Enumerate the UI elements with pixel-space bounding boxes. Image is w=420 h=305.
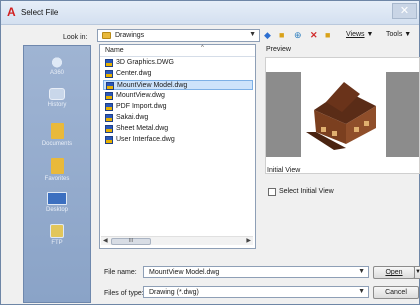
tools-label: Tools <box>386 31 403 38</box>
select-file-dialog: A Select File ✕ Look in: Drawings ▼ ◆ ■ … <box>0 0 420 305</box>
dwg-file-icon <box>106 82 114 90</box>
views-menu[interactable]: Views ▼ <box>346 31 373 38</box>
place-favorites[interactable]: Favorites <box>24 158 90 182</box>
place-label: Desktop <box>45 207 68 213</box>
file-name: MountView Model.dwg <box>117 82 188 89</box>
place-ftp[interactable]: FTP <box>24 224 90 246</box>
list-item[interactable]: Center.dwg <box>103 69 253 79</box>
close-button[interactable]: ✕ <box>392 3 417 19</box>
new-folder-icon[interactable]: ■ <box>325 29 330 41</box>
documents-icon <box>50 123 64 139</box>
sort-ascending-icon: ^ <box>201 45 204 51</box>
open-button-label: Open <box>385 269 403 276</box>
open-button[interactable]: Open <box>373 266 415 279</box>
name-column-label: Name <box>105 47 124 54</box>
preview-image <box>266 72 419 157</box>
dwg-file-icon <box>105 114 113 122</box>
file-name-field[interactable]: MountView Model.dwg ▼ <box>143 266 369 278</box>
favorites-icon <box>50 158 64 174</box>
list-item[interactable]: PDF Import.dwg <box>103 102 253 112</box>
dwg-file-icon <box>105 70 113 78</box>
place-desktop[interactable]: Desktop <box>24 192 90 213</box>
place-label: History <box>47 102 67 108</box>
file-type-value: Drawing (*.dwg) <box>149 289 199 296</box>
list-item[interactable]: Sheet Metal.dwg <box>103 124 253 134</box>
title-bar: A Select File ✕ <box>1 1 419 25</box>
file-name: Center.dwg <box>116 70 152 77</box>
search-web-icon[interactable]: ⊕ <box>294 29 302 41</box>
open-options-dropdown[interactable]: ▼ <box>414 266 420 279</box>
chevron-down-icon[interactable]: ▼ <box>358 268 365 275</box>
scroll-right-icon[interactable]: ▶ <box>246 237 251 244</box>
window-title: Select File <box>21 8 59 17</box>
folder-icon <box>102 32 111 39</box>
file-name: PDF Import.dwg <box>116 103 167 110</box>
file-type-label: Files of type: <box>104 290 144 297</box>
scroll-thumb[interactable]: III <box>111 238 151 245</box>
file-name-value: MountView Model.dwg <box>149 269 220 276</box>
file-list[interactable]: Name ^ 3D Graphics.DWG Center.dwg MountV… <box>99 44 256 249</box>
place-label: FTP <box>51 240 63 246</box>
list-item[interactable]: Sakai.dwg <box>103 113 253 123</box>
select-initial-view-checkbox[interactable] <box>268 188 276 196</box>
house-model-preview <box>266 72 419 157</box>
file-name: Sakai.dwg <box>116 114 149 121</box>
name-column-header[interactable]: Name ^ <box>100 45 255 57</box>
chevron-down-icon[interactable]: ▼ <box>358 288 365 295</box>
a360-icon <box>48 54 66 68</box>
places-sidebar: A360 History Documents Favorites Desktop… <box>23 45 91 303</box>
history-icon <box>49 88 65 100</box>
ftp-icon <box>50 224 64 238</box>
preview-label: Preview <box>266 46 291 53</box>
file-type-select[interactable]: Drawing (*.dwg) ▼ <box>143 286 369 298</box>
dwg-file-icon <box>105 103 113 111</box>
list-item[interactable]: 3D Graphics.DWG <box>103 58 253 68</box>
file-name: Sheet Metal.dwg <box>116 125 169 132</box>
list-item[interactable]: MountView.dwg <box>103 91 253 101</box>
look-in-label: Look in: <box>63 34 88 41</box>
up-folder-icon[interactable]: ■ <box>279 29 284 41</box>
scroll-left-icon[interactable]: ◀ <box>103 237 108 244</box>
back-icon[interactable]: ◆ <box>264 29 271 41</box>
initial-view-label: Initial View <box>267 167 301 174</box>
dwg-file-icon <box>105 59 113 67</box>
place-documents[interactable]: Documents <box>24 123 90 147</box>
look-in-dropdown[interactable]: Drawings ▼ <box>97 29 260 42</box>
tools-menu[interactable]: Tools ▼ <box>386 31 411 38</box>
delete-icon[interactable]: ✕ <box>310 29 318 41</box>
chevron-down-icon: ▼ <box>249 31 256 38</box>
place-label: A360 <box>49 70 64 76</box>
horizontal-scrollbar[interactable]: ◀ III ▶ <box>101 236 253 245</box>
dwg-file-icon <box>105 136 113 144</box>
preview-pane <box>265 57 420 174</box>
select-initial-view-label[interactable]: Select Initial View <box>279 188 334 195</box>
list-item[interactable]: User Interface.dwg <box>103 135 253 145</box>
cancel-button[interactable]: Cancel <box>373 286 419 299</box>
file-name: User Interface.dwg <box>116 136 175 143</box>
place-history[interactable]: History <box>24 88 90 108</box>
look-in-value: Drawings <box>115 32 145 39</box>
dwg-file-icon <box>105 125 113 133</box>
place-label: Favorites <box>44 176 70 182</box>
list-item-selected[interactable]: MountView Model.dwg <box>103 80 253 90</box>
place-a360[interactable]: A360 <box>24 54 90 76</box>
autocad-app-icon: A <box>7 5 16 19</box>
desktop-icon <box>47 192 67 205</box>
views-label: Views <box>346 31 365 38</box>
file-name: MountView.dwg <box>116 92 165 99</box>
file-name: 3D Graphics.DWG <box>116 59 174 66</box>
place-label: Documents <box>41 141 73 147</box>
dwg-file-icon <box>105 92 113 100</box>
file-name-label: File name: <box>104 269 137 276</box>
